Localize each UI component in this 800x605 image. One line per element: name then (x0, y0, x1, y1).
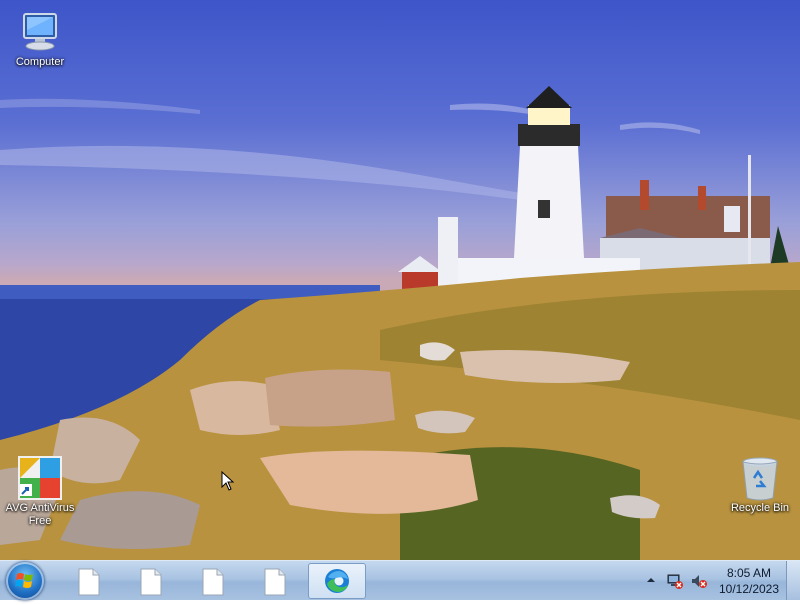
show-hidden-icons-arrow[interactable] (644, 573, 658, 587)
clock-time: 8:05 AM (726, 566, 772, 580)
desktop-icon-label: AVG AntiVirus Free (5, 502, 75, 527)
network-disconnected-icon[interactable] (666, 572, 684, 590)
desktop-icon-label: Computer (15, 56, 65, 68)
wallpaper-lighthouse (0, 86, 800, 560)
taskbar-button-edge[interactable] (308, 563, 366, 599)
windows-start-orb (15, 573, 33, 588)
taskbar: 8:05 AM 10/12/2023 (0, 560, 800, 600)
mouse-cursor-icon (221, 471, 235, 491)
desktop[interactable]: Computer AVG AntiVirus Free Recycle Bin (0, 0, 800, 560)
computer-icon (23, 13, 57, 51)
taskbar-button-document-3[interactable] (184, 563, 242, 599)
document-icon (264, 568, 286, 596)
desktop-icon-recycle-bin[interactable]: Recycle Bin (720, 454, 800, 515)
system-clock[interactable]: 8:05 AM 10/12/2023 (714, 565, 784, 597)
document-icon (78, 568, 100, 596)
taskbar-button-document-1[interactable] (60, 563, 118, 599)
start-button[interactable] (6, 562, 44, 600)
desktop-icon-label: Recycle Bin (730, 502, 790, 514)
clock-date: 10/12/2023 (718, 582, 780, 596)
volume-muted-icon[interactable] (690, 572, 708, 590)
document-icon (140, 568, 162, 596)
desktop-icon-computer[interactable]: Computer (0, 8, 80, 69)
taskbar-button-document-2[interactable] (122, 563, 180, 599)
show-desktop-button[interactable] (786, 561, 800, 600)
document-icon (202, 568, 224, 596)
taskbar-button-document-4[interactable] (246, 563, 304, 599)
edge-browser-icon (325, 569, 349, 593)
avg-antivirus-icon (18, 456, 62, 500)
recycle-bin-icon (742, 457, 778, 501)
desktop-icon-avg-antivirus[interactable]: AVG AntiVirus Free (0, 454, 80, 528)
